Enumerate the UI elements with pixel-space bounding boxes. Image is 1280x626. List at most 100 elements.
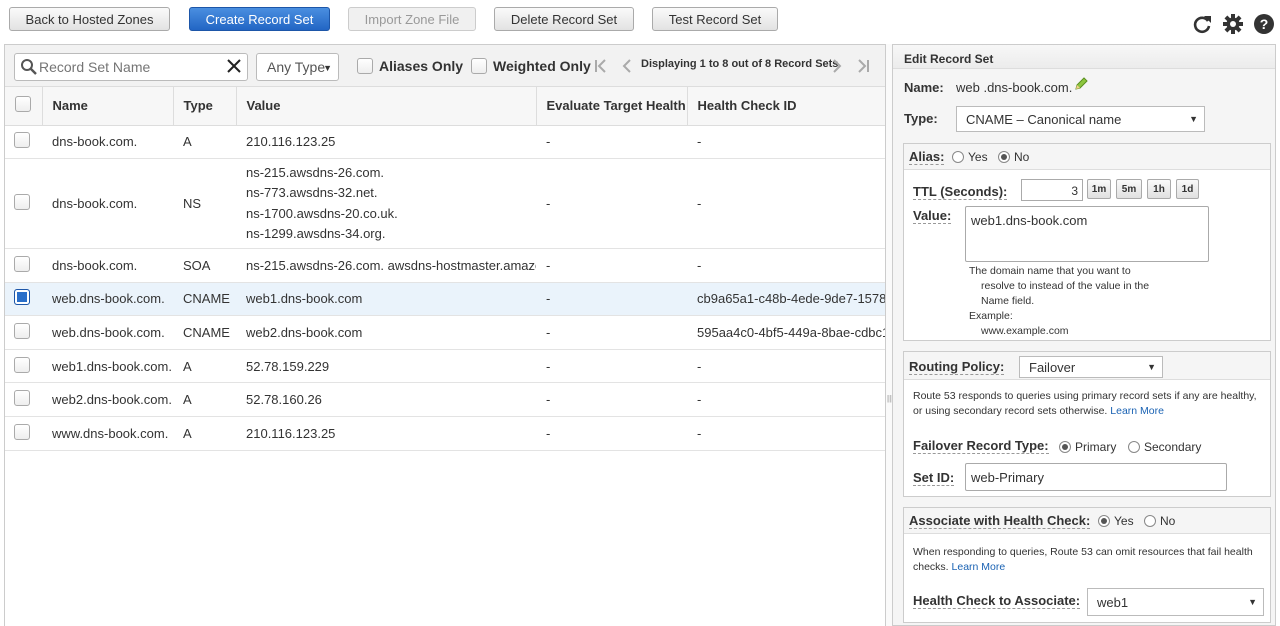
value-label: Value:	[913, 208, 952, 224]
clear-search-icon[interactable]	[225, 57, 243, 75]
aliases-only-filter[interactable]: Aliases Only	[357, 58, 463, 74]
value-textarea[interactable]: web1.dns-book.com	[965, 206, 1209, 262]
table-row[interactable]: web2.dns-book.com. A 52.78.160.26 - -	[5, 382, 885, 418]
failover-secondary-option[interactable]: Secondary	[1128, 440, 1201, 454]
health-check-help-line: checks.	[913, 561, 949, 573]
row-checkbox[interactable]	[14, 390, 30, 407]
weighted-only-filter[interactable]: Weighted Only	[471, 58, 591, 74]
search-box[interactable]	[14, 53, 248, 81]
record-type-cell: NS	[173, 158, 236, 250]
toolbar: Back to Hosted Zones Create Record Set I…	[0, 0, 1280, 44]
health-check-id-column-header[interactable]: Health Check ID	[686, 87, 885, 126]
alias-no-radio[interactable]	[998, 151, 1010, 163]
record-type-select[interactable]: CNAME – Canonical name ▼	[956, 106, 1205, 132]
failover-primary-radio[interactable]	[1059, 441, 1071, 453]
import-zone-file-button[interactable]: Import Zone File	[348, 7, 476, 31]
row-checkbox[interactable]	[14, 255, 30, 272]
record-value-cell: 52.78.159.229	[236, 349, 536, 384]
row-select-cell	[5, 125, 42, 160]
failover-secondary-radio[interactable]	[1128, 441, 1140, 453]
associate-yes-option[interactable]: Yes	[1098, 514, 1134, 528]
back-to-hosted-zones-button[interactable]: Back to Hosted Zones	[9, 7, 170, 31]
last-page-icon[interactable]	[855, 58, 871, 74]
name-column-header[interactable]: Name	[41, 87, 173, 126]
help-icon[interactable]: ?	[1253, 13, 1275, 35]
routing-learn-more-link[interactable]: Learn More	[1110, 405, 1164, 417]
value-column-header[interactable]: Value	[235, 87, 536, 126]
pagination-status: Displaying 1 to 8 out of 8 Record Sets	[641, 58, 839, 70]
row-select-cell	[5, 349, 42, 384]
record-value-cell: 52.78.160.26	[236, 382, 536, 418]
set-id-input[interactable]: web-Primary	[965, 463, 1227, 491]
alias-yes-radio[interactable]	[952, 151, 964, 163]
evaluate-target-health-cell: -	[536, 248, 687, 283]
evaluate-target-health-column-header[interactable]: Evaluate Target Health	[535, 87, 687, 126]
refresh-icon[interactable]	[1191, 13, 1213, 35]
table-row[interactable]: dns-book.com. SOA ns-215.awsdns-26.com. aw…	[5, 248, 885, 283]
search-icon	[21, 59, 37, 75]
previous-page-icon[interactable]	[619, 58, 635, 74]
associate-yes-radio[interactable]	[1098, 515, 1110, 527]
record-name-cell: web1.dns-book.com.	[42, 349, 173, 384]
evaluate-target-health-cell: -	[536, 349, 687, 384]
ttl-1m-button[interactable]: 1m	[1087, 179, 1111, 199]
evaluate-target-health-cell: -	[536, 282, 687, 317]
routing-help-line: Route 53 responds to queries using prima…	[913, 390, 1257, 402]
weighted-only-checkbox[interactable]	[471, 58, 487, 74]
delete-record-set-button[interactable]: Delete Record Set	[494, 7, 634, 31]
pencil-icon[interactable]	[1073, 76, 1089, 92]
chevron-down-icon: ▼	[1147, 362, 1156, 372]
value-help-line: resolve to instead of the value in the	[981, 280, 1150, 292]
next-page-icon[interactable]	[829, 58, 845, 74]
health-check-id-cell: -	[687, 248, 885, 283]
test-record-set-button[interactable]: Test Record Set	[652, 7, 778, 31]
associate-yes-label: Yes	[1114, 514, 1134, 528]
health-check-select[interactable]: web1 ▼	[1087, 588, 1264, 616]
row-checkbox[interactable]	[14, 132, 30, 149]
row-checkbox[interactable]	[14, 423, 30, 440]
value-help-text: The domain name that you want to resolve…	[969, 264, 1149, 339]
ttl-1h-button[interactable]: 1h	[1147, 179, 1171, 199]
row-checkbox[interactable]	[14, 289, 30, 306]
table-row[interactable]: www.dns-book.com. A 210.116.123.25 - -	[5, 416, 885, 451]
select-all-checkbox[interactable]	[15, 96, 31, 113]
table-row[interactable]: web.dns-book.com. CNAME web1.dns-book.com -…	[5, 282, 885, 317]
record-value-line: web2.dns-book.com	[246, 325, 363, 341]
ttl-5m-button[interactable]: 5m	[1116, 179, 1142, 199]
associate-health-check-row: Associate with Health Check: Yes No	[904, 508, 1270, 534]
type-label: Type:	[904, 111, 938, 126]
aliases-only-checkbox[interactable]	[357, 58, 373, 74]
health-check-learn-more-link[interactable]: Learn More	[952, 561, 1006, 573]
value-help-line: Example:	[969, 310, 1013, 322]
routing-policy-select[interactable]: Failover ▼	[1019, 356, 1163, 378]
table-row[interactable]: web1.dns-book.com. A 52.78.159.229 - -	[5, 349, 885, 384]
record-value-line: 210.116.123.25	[246, 425, 336, 441]
row-checkbox[interactable]	[14, 323, 30, 340]
ttl-1d-button[interactable]: 1d	[1176, 179, 1199, 199]
associate-no-radio[interactable]	[1144, 515, 1156, 527]
first-page-icon[interactable]	[593, 58, 609, 74]
record-value-line: ns-215.awsdns-26.com. awsdns-hostmaster.…	[246, 257, 536, 273]
associate-no-option[interactable]: No	[1144, 514, 1175, 528]
gear-icon[interactable]	[1222, 13, 1244, 35]
type-column-header[interactable]: Type	[172, 87, 236, 126]
table-row[interactable]: dns-book.com. NS ns-215.awsdns-26.com. ns-7…	[5, 158, 885, 250]
alias-yes-option[interactable]: Yes	[952, 150, 988, 164]
record-type-cell: CNAME	[173, 282, 236, 317]
record-value-cell: ns-215.awsdns-26.com. ns-773.awsdns-32.ne…	[236, 158, 536, 250]
failover-primary-label: Primary	[1075, 440, 1117, 454]
chevron-down-icon: ▼	[1189, 114, 1198, 124]
name-label: Name:	[904, 80, 944, 95]
routing-help-text: Route 53 responds to queries using prima…	[913, 389, 1257, 419]
row-checkbox[interactable]	[14, 194, 30, 211]
table-row[interactable]: web.dns-book.com. CNAME web2.dns-book.com -…	[5, 315, 885, 350]
create-record-set-button[interactable]: Create Record Set	[189, 7, 330, 31]
alias-no-option[interactable]: No	[998, 150, 1029, 164]
type-filter-select[interactable]: Any Type ▼	[256, 53, 339, 81]
failover-primary-option[interactable]: Primary	[1059, 440, 1116, 454]
row-checkbox[interactable]	[14, 356, 30, 373]
ttl-input[interactable]: 3	[1021, 179, 1083, 201]
table-row[interactable]: dns-book.com. A 210.116.123.25 - -	[5, 125, 885, 160]
search-input[interactable]	[39, 58, 219, 76]
chevron-down-icon: ▼	[323, 63, 332, 73]
